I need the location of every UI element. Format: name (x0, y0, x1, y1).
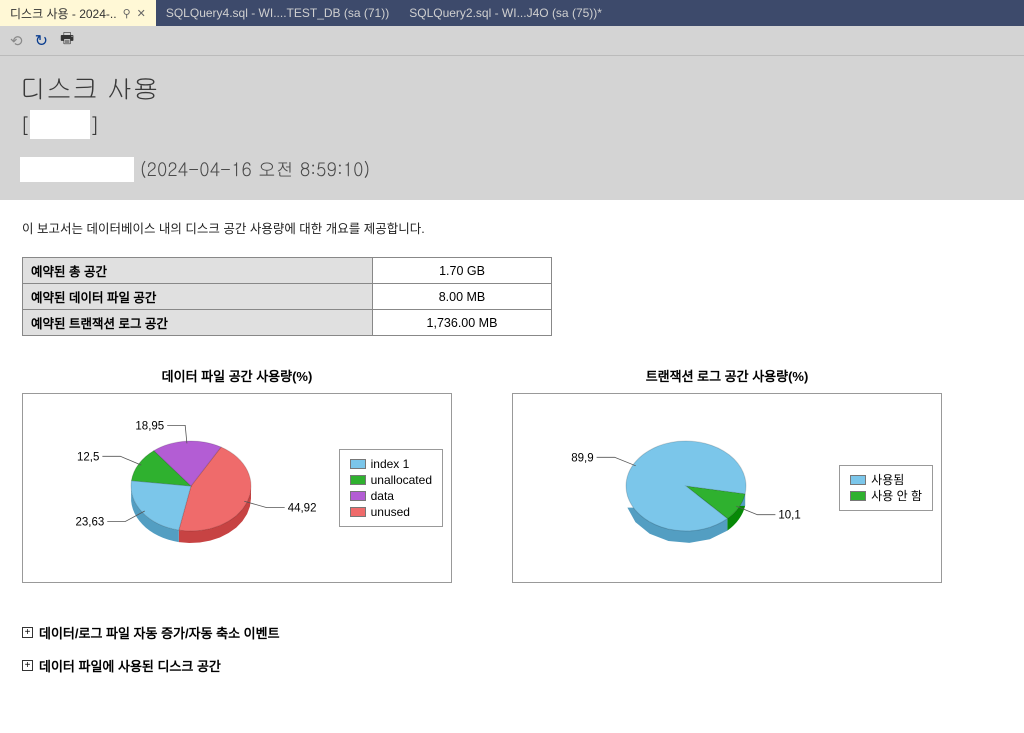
report-subtitle: [ ] (20, 110, 1004, 139)
pie-chart-svg: 10,1 89,9 (541, 398, 811, 578)
summary-value: 1.70 GB (373, 258, 552, 284)
tab-label: SQLQuery2.sql - WI...J4O (sa (75))* (409, 6, 602, 20)
tab-sqlquery2[interactable]: SQLQuery2.sql - WI...J4O (sa (75))* (399, 0, 612, 26)
pie-chart-svg: 44,92 23,63 12,5 18,95 (46, 398, 316, 578)
svg-text:12,5: 12,5 (77, 451, 99, 463)
report-content: 이 보고서는 데이터베이스 내의 디스크 공간 사용량에 대한 개요를 제공합니… (0, 200, 1024, 707)
chart-box: 10,1 89,9 사용됨 사용 안 함 (512, 393, 942, 583)
tab-bar: 디스크 사용 - 2024-.. ⚲ ✕ SQLQuery4.sql - WI.… (0, 0, 1024, 26)
chart-canvas: 10,1 89,9 (513, 394, 839, 582)
summary-label: 예약된 데이터 파일 공간 (23, 284, 373, 310)
legend-item: index 1 (350, 456, 432, 472)
table-row: 예약된 트랜잭션 로그 공간 1,736.00 MB (23, 310, 552, 336)
legend-item: unallocated (350, 472, 432, 488)
table-row: 예약된 총 공간 1.70 GB (23, 258, 552, 284)
table-row: 예약된 데이터 파일 공간 8.00 MB (23, 284, 552, 310)
svg-text:10,1: 10,1 (778, 510, 800, 522)
chart-legend: index 1 unallocated data unused (339, 449, 443, 527)
report-server-line: (2024-04-16 오전 8:59:10) (20, 157, 1004, 182)
toolbar: ⟲ ↻ 🖶 (0, 26, 1024, 56)
tab-sqlquery4[interactable]: SQLQuery4.sql - WI....TEST_DB (sa (71)) (156, 0, 399, 26)
close-icon[interactable]: ✕ (137, 7, 146, 20)
svg-text:18,95: 18,95 (135, 420, 164, 432)
pin-icon[interactable]: ⚲ (123, 7, 131, 20)
chart-title: 트랜잭션 로그 공간 사용량(%) (512, 366, 942, 385)
legend-item: 사용됨 (850, 472, 922, 488)
plus-icon: + (22, 627, 33, 638)
tab-disk-usage[interactable]: 디스크 사용 - 2024-.. ⚲ ✕ (0, 0, 156, 26)
chart-data-file: 데이터 파일 공간 사용량(%) 44,92 23,63 12,5 18,95 ind… (22, 366, 452, 583)
legend-swatch (350, 491, 366, 501)
legend-swatch (350, 475, 366, 485)
svg-text:44,92: 44,92 (287, 503, 315, 515)
chart-legend: 사용됨 사용 안 함 (839, 465, 933, 511)
report-description: 이 보고서는 데이터베이스 내의 디스크 공간 사용량에 대한 개요를 제공합니… (22, 218, 1002, 237)
legend-swatch (350, 507, 366, 517)
legend-item: data (350, 488, 432, 504)
legend-item: unused (350, 504, 432, 520)
plus-icon: + (22, 660, 33, 671)
page-title: 디스크 사용 (20, 70, 1004, 106)
tab-label: SQLQuery4.sql - WI....TEST_DB (sa (71)) (166, 6, 389, 20)
charts-row: 데이터 파일 공간 사용량(%) 44,92 23,63 12,5 18,95 ind… (22, 366, 1002, 583)
refresh-icon[interactable]: ↻ (35, 31, 48, 51)
expander-label: 데이터 파일에 사용된 디스크 공간 (39, 656, 221, 675)
chart-title: 데이터 파일 공간 사용량(%) (22, 366, 452, 385)
summary-value: 1,736.00 MB (373, 310, 552, 336)
back-icon[interactable]: ⟲ (10, 32, 23, 50)
summary-value: 8.00 MB (373, 284, 552, 310)
tab-label: 디스크 사용 - 2024-.. (10, 5, 117, 22)
legend-swatch (850, 475, 866, 485)
legend-swatch (350, 459, 366, 469)
summary-label: 예약된 총 공간 (23, 258, 373, 284)
summary-label: 예약된 트랜잭션 로그 공간 (23, 310, 373, 336)
summary-table: 예약된 총 공간 1.70 GB 예약된 데이터 파일 공간 8.00 MB 예… (22, 257, 552, 336)
print-icon[interactable]: 🖶 (60, 28, 74, 53)
report-header: 디스크 사용 [ ] (2024-04-16 오전 8:59:10) (0, 56, 1024, 200)
chart-canvas: 44,92 23,63 12,5 18,95 (23, 394, 339, 582)
chart-tlog: 트랜잭션 로그 공간 사용량(%) 10,1 89,9 사용됨 사용 안 함 (512, 366, 942, 583)
svg-text:23,63: 23,63 (75, 516, 104, 528)
expander-auto-growth[interactable]: + 데이터/로그 파일 자동 증가/자동 축소 이벤트 (22, 623, 1002, 642)
legend-swatch (850, 491, 866, 501)
chart-box: 44,92 23,63 12,5 18,95 index 1 unallocated … (22, 393, 452, 583)
legend-item: 사용 안 함 (850, 488, 922, 504)
expander-data-file-disk[interactable]: + 데이터 파일에 사용된 디스크 공간 (22, 656, 1002, 675)
expander-label: 데이터/로그 파일 자동 증가/자동 축소 이벤트 (39, 623, 280, 642)
svg-text:89,9: 89,9 (571, 452, 593, 464)
